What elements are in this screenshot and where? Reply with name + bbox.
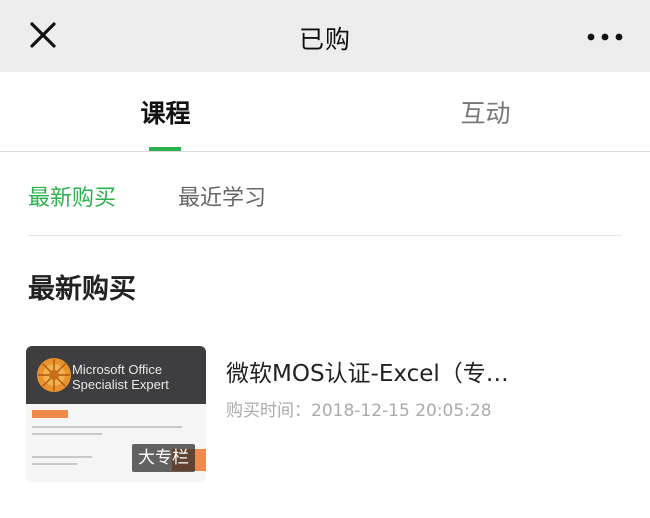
- course-thumbnail: Microsoft Office Specialist Expert 大专栏: [26, 346, 206, 482]
- course-title: 微软MOS认证-Excel（专…: [226, 361, 509, 387]
- thumbnail-accent-bar: [32, 410, 68, 418]
- sub-tabs: 最新购买 最近学习: [0, 152, 650, 236]
- active-tab-indicator: [149, 147, 181, 151]
- course-list-item[interactable]: Microsoft Office Specialist Expert 大专栏 微…: [26, 346, 624, 482]
- main-tabs: 课程 互动: [0, 72, 650, 152]
- column-badge: 大专栏: [132, 444, 195, 472]
- page-title: 已购: [298, 25, 351, 54]
- purchase-time: 购买时间：2018-12-15 20:05:28: [226, 401, 492, 421]
- thumbnail-text-line: [32, 456, 92, 458]
- thumbnail-text-line: [32, 433, 102, 435]
- tab-courses[interactable]: 课程: [128, 94, 203, 130]
- mos-seal-icon: [35, 356, 73, 394]
- subtab-recent-study[interactable]: 最近学习: [178, 180, 266, 212]
- divider: [28, 235, 622, 236]
- thumbnail-text-line: [32, 426, 182, 428]
- thumbnail-logo-text: Microsoft Office Specialist Expert: [72, 362, 169, 392]
- more-icon[interactable]: [582, 22, 628, 52]
- subtab-latest-purchase[interactable]: 最新购买: [28, 180, 116, 212]
- top-bar: 已购: [0, 0, 650, 72]
- section-title: 最新购买: [28, 274, 136, 305]
- tab-interactions[interactable]: 互动: [448, 94, 523, 130]
- thumbnail-text-line: [32, 463, 77, 465]
